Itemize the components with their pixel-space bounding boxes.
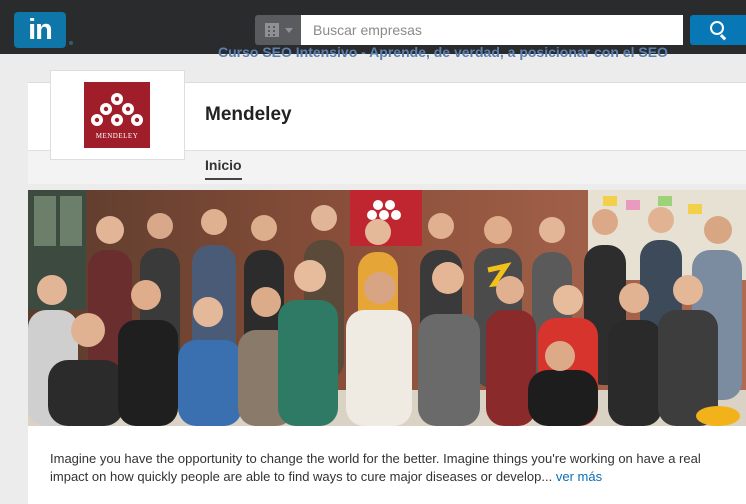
logo-dot — [69, 41, 73, 45]
team-photo-illustration — [28, 190, 746, 426]
company-logo-frame[interactable]: MENDELEY — [50, 70, 185, 160]
company-name: Mendeley — [205, 104, 292, 125]
ad-text: Curso SEO Intensivo - Aprende, de verdad… — [218, 45, 668, 60]
building-icon — [265, 23, 279, 37]
search-button[interactable] — [690, 15, 746, 45]
search-category-dropdown[interactable] — [255, 15, 301, 45]
ver-mas-link[interactable]: ver más — [556, 469, 602, 484]
chevron-down-icon — [285, 28, 293, 33]
search-input[interactable] — [301, 15, 683, 45]
description-text: Imagine you have the opportunity to chan… — [50, 451, 701, 484]
search-icon — [710, 21, 724, 35]
linkedin-logo[interactable]: in — [14, 12, 73, 48]
mendeley-logo: MENDELEY — [84, 82, 150, 148]
mendeley-logo-word: MENDELEY — [95, 132, 139, 140]
tab-inicio[interactable]: Inicio — [205, 157, 242, 180]
company-cover-photo — [28, 190, 746, 426]
sponsored-ad-link[interactable]: Curso SEO Intensivo - Aprende, de verdad… — [218, 45, 668, 63]
company-description: Imagine you have the opportunity to chan… — [50, 450, 730, 486]
linkedin-logo-text: in — [28, 14, 53, 46]
